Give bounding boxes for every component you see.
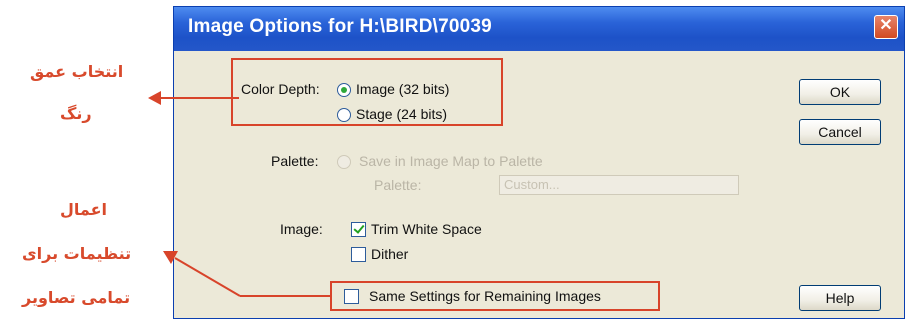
cancel-button[interactable]: Cancel: [799, 119, 881, 145]
checkbox-dither[interactable]: [351, 247, 366, 262]
palette-sub-label: Palette:: [374, 177, 422, 193]
title-bar[interactable]: Image Options for H:\BIRD\70039 ✕: [174, 7, 904, 51]
checkbox-dither-label[interactable]: Dither: [371, 246, 408, 262]
annotation-apply-all-line2: تنظیمات برای: [22, 244, 132, 263]
dialog-title: Image Options for H:\BIRD\70039: [188, 16, 492, 37]
highlight-color-depth: [231, 58, 503, 126]
ok-button[interactable]: OK: [799, 79, 881, 105]
annotation-apply-all-line1: اعمال: [60, 200, 108, 219]
checkbox-trim-white-space-label[interactable]: Trim White Space: [371, 221, 482, 237]
palette-option-label: Save in Image Map to Palette: [359, 153, 543, 169]
palette-select-disabled: Custom...: [499, 175, 739, 195]
palette-label: Palette:: [271, 153, 319, 169]
annotation-color-depth-line1: انتخاب عمق: [30, 62, 124, 81]
annotation-color-depth-line2: رنگ: [60, 104, 92, 123]
highlight-same-settings: [330, 281, 660, 311]
palette-radio-disabled: [337, 155, 351, 169]
checkbox-trim-white-space[interactable]: [351, 222, 366, 237]
image-options-dialog: Image Options for H:\BIRD\70039 ✕ Color …: [173, 6, 905, 319]
annotation-apply-all-line3: تمامی تصاویر: [22, 288, 131, 307]
help-button[interactable]: Help: [799, 285, 881, 311]
image-label: Image:: [280, 221, 323, 237]
close-icon[interactable]: ✕: [874, 15, 898, 39]
